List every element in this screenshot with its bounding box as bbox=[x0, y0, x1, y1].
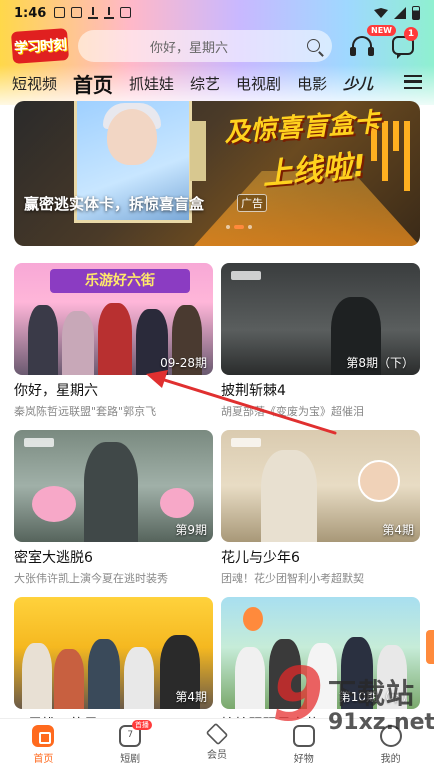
notification-icon bbox=[54, 7, 66, 18]
nav-short-drama[interactable]: 7 首播 短剧 bbox=[87, 719, 174, 773]
tab-kids[interactable]: 少儿 bbox=[343, 73, 373, 94]
calendar-number: 7 bbox=[127, 730, 134, 740]
tab-home[interactable]: 首页 bbox=[73, 69, 113, 98]
card-title: 你好，星期六 bbox=[14, 383, 98, 399]
ad-badge: 广告 bbox=[237, 194, 267, 212]
channel-tabs: 短视频 首页 抓娃娃 综艺 电视剧 电影 少儿 bbox=[0, 66, 434, 100]
episode-label: 第9期 bbox=[175, 523, 207, 537]
watermark-url: 91xz.net bbox=[328, 710, 434, 735]
nav-label: 会员 bbox=[206, 750, 227, 761]
nav-home[interactable]: 首页 bbox=[0, 719, 87, 773]
tab-claw-machine[interactable]: 抓娃娃 bbox=[129, 73, 174, 94]
status-system-icons bbox=[374, 6, 420, 20]
promo-banner[interactable]: 及惊喜盲盒卡 上线啦! 赢密逃实体卡，拆惊喜盲盒 广告 bbox=[14, 101, 420, 246]
download-icon bbox=[104, 7, 115, 19]
notification-icon bbox=[71, 7, 83, 18]
tab-tv-series[interactable]: 电视剧 bbox=[236, 73, 281, 94]
banner-pagination bbox=[226, 225, 252, 229]
card-title: 花儿与少年6 bbox=[221, 550, 300, 566]
download-icon bbox=[88, 7, 99, 19]
show-sign: 乐游好六街 bbox=[50, 269, 190, 293]
video-card[interactable]: 第4期 花儿与少年6 团魂！花少团智利小考超默契 bbox=[221, 430, 420, 586]
card-subtitle: 团魂！花少团智利小考超默契 bbox=[221, 572, 364, 585]
site-watermark: 9 下载站 91xz.net bbox=[270, 658, 434, 773]
episode-label: 第8期（下） bbox=[346, 356, 414, 370]
app-notification-icon bbox=[120, 7, 132, 18]
episode-label: 第4期 bbox=[175, 690, 207, 704]
search-icon[interactable] bbox=[307, 39, 320, 52]
watermark-text: 下载站 bbox=[328, 677, 416, 710]
app-logo[interactable]: 学习时刻 bbox=[10, 28, 70, 64]
episode-label: 第4期 bbox=[382, 523, 414, 537]
sticker-graphic bbox=[160, 488, 194, 518]
status-time: 1:46 bbox=[14, 5, 47, 21]
premiere-badge: 首播 bbox=[131, 720, 152, 730]
video-thumbnail[interactable]: 乐游好六街 09-28期 bbox=[14, 263, 213, 375]
video-thumbnail[interactable]: 第4期 bbox=[221, 430, 420, 542]
episode-label: 09-28期 bbox=[160, 356, 207, 370]
banner-headline-2: 上线啦! bbox=[260, 148, 368, 193]
card-title: 密室大逃脱6 bbox=[14, 550, 93, 566]
video-thumbnail[interactable]: 第4期 bbox=[14, 597, 213, 709]
video-card[interactable]: 第9期 密室大逃脱6 大张伟许凯上演今夏在逃时装秀 bbox=[14, 430, 213, 586]
pagination-dot[interactable] bbox=[248, 225, 252, 229]
top-bar: 学习时刻 你好，星期六 NEW 1 bbox=[0, 25, 434, 64]
search-placeholder: 你好，星期六 bbox=[150, 40, 229, 56]
card-subtitle: 大张伟许凯上演今夏在逃时装秀 bbox=[14, 572, 168, 585]
banner-card-image bbox=[190, 121, 206, 181]
new-badge: NEW bbox=[367, 25, 396, 36]
home-icon bbox=[32, 725, 55, 747]
nav-vip[interactable]: 会员 bbox=[174, 719, 261, 773]
nav-label: 短剧 bbox=[120, 754, 141, 765]
mgtv-logo bbox=[231, 438, 261, 447]
watermark-logo: 9 bbox=[272, 652, 324, 738]
video-card[interactable]: 第4期 五里挑一的是 bbox=[14, 597, 213, 734]
signal-icon bbox=[394, 7, 406, 19]
tab-short-video[interactable]: 短视频 bbox=[12, 73, 57, 94]
video-card[interactable]: 第8期（下） 披荆斩棘4 胡夏部落《变废为宝》超催泪 bbox=[221, 263, 420, 419]
pagination-dot[interactable] bbox=[226, 225, 230, 229]
tab-variety[interactable]: 综艺 bbox=[190, 73, 220, 94]
mgtv-logo bbox=[24, 438, 54, 447]
nav-label: 首页 bbox=[33, 754, 54, 765]
video-thumbnail[interactable]: 第9期 bbox=[14, 430, 213, 542]
card-title: 披荆斩棘4 bbox=[221, 383, 286, 399]
card-subtitle: 胡夏部落《变废为宝》超催泪 bbox=[221, 405, 364, 418]
pip-avatar bbox=[358, 460, 400, 502]
battery-icon bbox=[412, 6, 420, 20]
sticker-graphic bbox=[32, 486, 76, 522]
banner-caption: 赢密逃实体卡，拆惊喜盲盒 bbox=[24, 195, 205, 213]
tab-movies[interactable]: 电影 bbox=[297, 73, 327, 94]
headset-icon[interactable] bbox=[350, 34, 374, 56]
search-input[interactable]: 你好，星期六 bbox=[78, 30, 332, 62]
video-card[interactable]: 乐游好六街 09-28期 你好，星期六 秦岚陈哲远联盟"套路"郭京飞 bbox=[14, 263, 213, 419]
pagination-dot-active[interactable] bbox=[234, 225, 244, 229]
menu-icon[interactable] bbox=[404, 75, 422, 89]
message-count-badge: 1 bbox=[404, 27, 418, 41]
app-logo-text: 学习时刻 bbox=[13, 37, 67, 57]
card-subtitle: 秦岚陈哲远联盟"套路"郭京飞 bbox=[14, 405, 157, 418]
vip-diamond-icon bbox=[205, 722, 229, 746]
balloon-graphic bbox=[243, 607, 263, 631]
status-notification-icons bbox=[54, 7, 132, 19]
mgtv-logo bbox=[231, 271, 261, 280]
video-thumbnail[interactable]: 第8期（下） bbox=[221, 263, 420, 375]
wifi-icon bbox=[374, 8, 388, 18]
status-bar: 1:46 bbox=[0, 0, 434, 26]
